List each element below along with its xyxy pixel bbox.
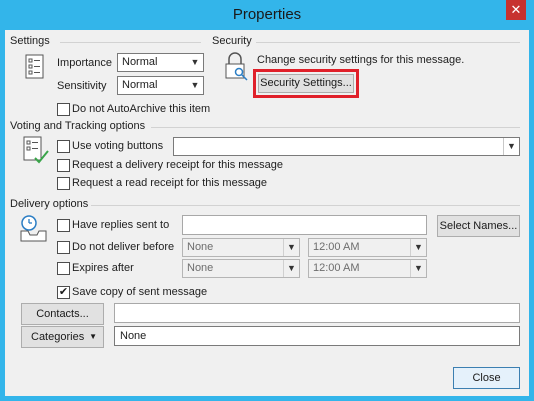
expires-after-time-value: 12:00 AM <box>313 262 360 274</box>
categories-label: Categories <box>31 331 85 343</box>
sensitivity-select[interactable]: Normal ▼ <box>117 76 204 95</box>
importance-select[interactable]: Normal ▼ <box>117 53 204 72</box>
voting-separator <box>151 127 520 128</box>
do-not-autoarchive-label: Do not AutoArchive this item <box>72 103 211 115</box>
close-window-button[interactable]: ✕ <box>506 0 526 20</box>
do-not-deliver-time-value: 12:00 AM <box>313 241 360 253</box>
properties-window: Properties ✕ Settings Importance Normal … <box>0 0 534 401</box>
settings-list-icon <box>25 54 44 79</box>
security-description: Change security settings for this messag… <box>257 54 465 66</box>
chevron-down-icon: ▼ <box>283 239 299 256</box>
use-voting-buttons-checkbox[interactable] <box>57 140 70 153</box>
do-not-deliver-checkbox[interactable] <box>57 241 70 254</box>
sensitivity-value: Normal <box>122 79 158 91</box>
do-not-autoarchive-checkbox[interactable] <box>57 103 70 116</box>
chevron-down-icon: ▼ <box>89 332 97 341</box>
security-separator <box>256 42 520 43</box>
categories-value: None <box>120 330 147 342</box>
select-names-button[interactable]: Select Names... <box>437 215 520 237</box>
expires-after-time-select[interactable]: 12:00 AM ▼ <box>308 259 427 278</box>
delivery-section-label: Delivery options <box>10 198 89 210</box>
delivery-receipt-checkbox[interactable] <box>57 159 70 172</box>
voting-section-label: Voting and Tracking options <box>10 120 146 132</box>
read-receipt-label: Request a read receipt for this message <box>72 177 268 189</box>
have-replies-label: Have replies sent to <box>72 219 170 231</box>
close-button[interactable]: Close <box>453 367 520 389</box>
delivery-receipt-label: Request a delivery receipt for this mess… <box>72 159 283 171</box>
have-replies-input[interactable] <box>182 215 427 235</box>
do-not-deliver-date-value: None <box>187 241 214 253</box>
settings-section-label: Settings <box>10 35 50 47</box>
save-copy-checkbox[interactable]: ✔ <box>57 286 70 299</box>
chevron-down-icon: ▼ <box>283 260 299 277</box>
lock-key-icon <box>225 52 248 81</box>
contacts-button[interactable]: Contacts... <box>21 303 104 325</box>
chevron-down-icon: ▼ <box>190 80 200 90</box>
voting-buttons-select[interactable]: ▼ <box>173 137 520 156</box>
chevron-down-icon: ▼ <box>410 239 426 256</box>
chevron-down-icon: ▼ <box>410 260 426 277</box>
do-not-deliver-time-select[interactable]: 12:00 AM ▼ <box>308 238 427 257</box>
dialog-body: Settings Importance Normal ▼ Sensitivity… <box>5 30 529 396</box>
do-not-deliver-label: Do not deliver before <box>72 241 175 253</box>
categories-field: None <box>114 326 520 346</box>
sensitivity-label: Sensitivity <box>57 80 107 92</box>
chevron-down-icon: ▼ <box>190 57 200 67</box>
checkmark-icon: ✔ <box>58 286 69 298</box>
save-copy-label: Save copy of sent message <box>72 286 208 298</box>
security-section-label: Security <box>212 35 252 47</box>
delivery-separator <box>91 205 520 206</box>
delivery-clock-tray-icon <box>20 215 47 242</box>
chevron-down-icon: ▼ <box>503 138 519 155</box>
have-replies-checkbox[interactable] <box>57 219 70 232</box>
security-settings-button[interactable]: Security Settings... <box>258 74 354 93</box>
expires-after-label: Expires after <box>72 262 134 274</box>
categories-button[interactable]: Categories ▼ <box>21 326 104 348</box>
importance-label: Importance <box>57 57 113 69</box>
read-receipt-checkbox[interactable] <box>57 177 70 190</box>
expires-after-date-value: None <box>187 262 214 274</box>
use-voting-buttons-label: Use voting buttons <box>72 140 164 152</box>
importance-value: Normal <box>122 56 158 68</box>
window-title: Properties <box>232 6 302 23</box>
title-bar[interactable]: Properties ✕ <box>0 0 534 30</box>
expires-after-date-select[interactable]: None ▼ <box>182 259 300 278</box>
voting-checklist-icon <box>23 136 49 164</box>
do-not-deliver-date-select[interactable]: None ▼ <box>182 238 300 257</box>
settings-separator <box>60 42 201 43</box>
expires-after-checkbox[interactable] <box>57 262 70 275</box>
contacts-input[interactable] <box>114 303 520 323</box>
